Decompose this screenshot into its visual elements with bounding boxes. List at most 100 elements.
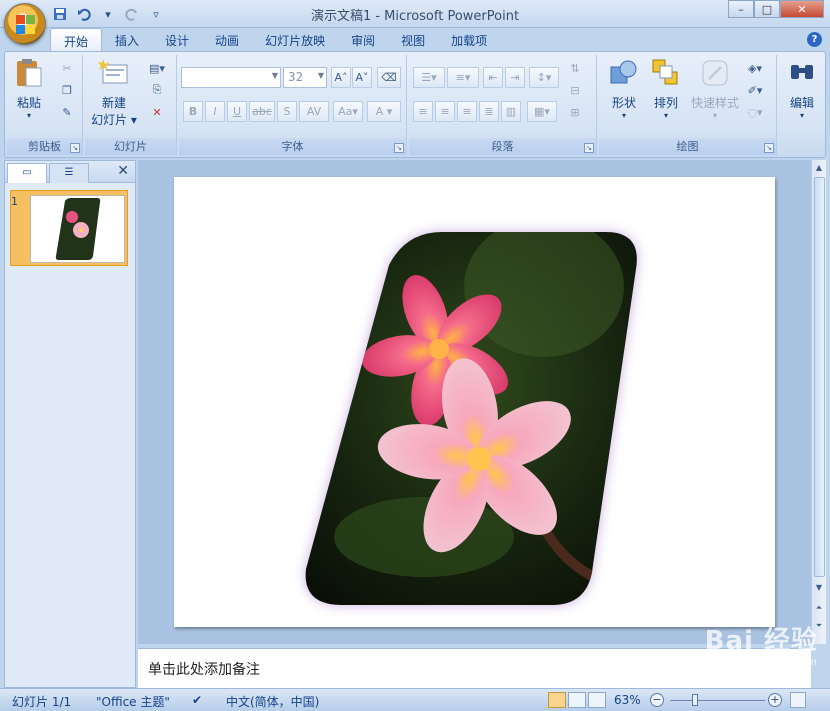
font-size-combo[interactable]: 32 ▼ — [283, 67, 327, 88]
font-group-label: 字体 — [179, 138, 406, 155]
drawing-group-label: 绘图 — [599, 138, 776, 155]
shadow-button[interactable]: S — [277, 101, 297, 122]
close-button[interactable]: ✕ — [780, 0, 824, 18]
shrink-font-button[interactable]: A˅ — [352, 67, 372, 88]
line-spacing-icon[interactable]: ↕▾ — [529, 67, 559, 88]
smartart-icon[interactable]: ⊞ — [565, 103, 585, 121]
delete-slide-icon[interactable]: ✕ — [147, 103, 167, 121]
layout-icon[interactable]: ▤▾ — [147, 59, 167, 77]
baidu-watermark-logo: Bai 经验 jingyan.baidu.com — [705, 620, 818, 668]
fit-to-window-icon[interactable] — [790, 692, 806, 708]
align-right-icon[interactable]: ≡ — [457, 101, 477, 122]
chevron-down-icon: ▾ — [712, 111, 717, 120]
paste-button[interactable]: 粘贴 ▾ — [11, 57, 47, 120]
strikethrough-button[interactable]: abc — [249, 101, 275, 122]
scroll-thumb[interactable] — [814, 177, 825, 577]
change-case-button[interactable]: Aa▾ — [333, 101, 363, 122]
clear-format-icon[interactable]: ⌫ — [377, 67, 401, 88]
arrange-button[interactable]: 排列 ▾ — [647, 57, 685, 120]
language-indicator[interactable]: 中文(简体，中国) — [226, 693, 319, 710]
zoom-in-icon[interactable]: + — [768, 693, 782, 707]
font-name-combo[interactable]: ▼ — [181, 67, 281, 88]
format-painter-icon[interactable]: ✎ — [57, 103, 77, 121]
outline-icon[interactable]: ✐▾ — [745, 81, 765, 99]
quick-styles-label: 快速样式 — [690, 96, 739, 110]
zoom-slider-track[interactable] — [670, 700, 765, 701]
align-left-icon[interactable]: ≡ — [413, 101, 433, 122]
char-spacing-button[interactable]: AV — [299, 101, 329, 122]
previous-slide-icon[interactable]: ⏶ — [812, 600, 826, 615]
slide-editing-area — [138, 160, 811, 644]
slide-thumbnail[interactable] — [10, 190, 128, 266]
drawing-launcher-icon[interactable]: ↘ — [764, 143, 774, 153]
spellcheck-icon[interactable]: ✔ — [192, 693, 202, 707]
zoom-slider-knob[interactable] — [692, 694, 698, 706]
increase-indent-icon[interactable]: ⇥ — [505, 67, 525, 88]
office-button[interactable] — [4, 3, 46, 45]
tab-animations[interactable]: 动画 — [202, 28, 252, 51]
slide-canvas[interactable] — [174, 177, 775, 627]
tab-addins[interactable]: 加载项 — [438, 28, 500, 51]
new-slide-button[interactable]: 新建 幻灯片 ▾ — [89, 57, 139, 128]
font-color-button[interactable]: A ▾ — [367, 101, 401, 122]
tab-outline[interactable]: ☰ — [49, 163, 89, 183]
new-slide-label-2-text: 幻灯片 — [91, 113, 128, 127]
zoom-level[interactable]: 63% — [614, 693, 641, 707]
distribute-icon[interactable]: ▥ — [501, 101, 521, 122]
scroll-up-icon[interactable]: ▲ — [812, 160, 826, 175]
scroll-down-icon[interactable]: ▼ — [812, 580, 826, 595]
justify-icon[interactable]: ≣ — [479, 101, 499, 122]
paragraph-launcher-icon[interactable]: ↘ — [584, 143, 594, 153]
effects-icon[interactable]: ◌▾ — [745, 103, 765, 121]
underline-button[interactable]: U — [227, 101, 247, 122]
align-text-icon[interactable]: ⊟ — [565, 81, 585, 99]
reset-icon[interactable]: ⎘ — [147, 81, 167, 99]
vertical-scrollbar[interactable]: ▲ ▼ ⏶ ⏷ — [811, 160, 826, 644]
tab-slides[interactable]: ▭ — [7, 163, 47, 183]
shapes-label: 形状 — [611, 96, 636, 110]
new-slide-icon — [98, 59, 128, 84]
numbering-button[interactable]: ≡▾ — [447, 67, 479, 88]
editing-group: 编辑 ▾ — [781, 55, 823, 155]
minimize-button[interactable]: – — [728, 0, 754, 18]
font-launcher-icon[interactable]: ↘ — [394, 143, 404, 153]
cut-icon[interactable]: ✂ — [57, 59, 77, 77]
editing-label: 编辑 — [789, 96, 814, 110]
editing-button[interactable]: 编辑 ▾ — [785, 57, 819, 120]
fill-icon[interactable]: ◈▾ — [745, 59, 765, 77]
chevron-down-icon: ▾ — [663, 111, 668, 120]
window-controls: – □ ✕ — [728, 0, 824, 18]
font-group: ▼ 32 ▼ A˄ A˅ ⌫ B I U abc S AV Aa▾ A ▾ 字体 … — [179, 55, 407, 155]
columns-icon[interactable]: ▦▾ — [527, 101, 557, 122]
flower-picture[interactable] — [174, 177, 775, 627]
zoom-out-icon[interactable]: − — [650, 693, 664, 707]
slideshow-button[interactable] — [588, 692, 606, 708]
paste-icon — [17, 59, 42, 87]
close-icon[interactable]: ✕ — [117, 163, 129, 179]
shapes-button[interactable]: 形状 ▾ — [605, 57, 643, 120]
italic-button[interactable]: I — [205, 101, 225, 122]
align-center-icon[interactable]: ≡ — [435, 101, 455, 122]
grow-font-button[interactable]: A˄ — [331, 67, 351, 88]
slides-group: 新建 幻灯片 ▾ ▤▾ ⎘ ✕ 幻灯片 — [85, 55, 177, 155]
bold-button[interactable]: B — [183, 101, 203, 122]
tab-review[interactable]: 审阅 — [338, 28, 388, 51]
decrease-indent-icon[interactable]: ⇤ — [483, 67, 503, 88]
drawing-group: 形状 ▾ 排列 ▾ 快速样式 ▾ ◈▾ ✐▾ ◌▾ 绘图 ↘ — [599, 55, 777, 155]
new-slide-label-1: 新建 — [101, 96, 126, 110]
paragraph-group-label: 段落 — [409, 138, 596, 155]
maximize-button[interactable]: □ — [754, 0, 780, 18]
tab-design[interactable]: 设计 — [152, 28, 202, 51]
slide-sorter-button[interactable] — [568, 692, 586, 708]
help-icon[interactable]: ? — [807, 32, 822, 47]
copy-icon[interactable]: ❐ — [57, 81, 77, 99]
tab-view[interactable]: 视图 — [388, 28, 438, 51]
tab-home[interactable]: 开始 — [50, 28, 103, 51]
normal-view-button[interactable] — [548, 692, 566, 708]
tab-slideshow[interactable]: 幻灯片放映 — [252, 28, 338, 51]
text-direction-icon[interactable]: ⇅ — [565, 59, 585, 77]
clipboard-launcher-icon[interactable]: ↘ — [70, 143, 80, 153]
bullets-button[interactable]: ☰▾ — [413, 67, 445, 88]
quick-styles-button[interactable]: 快速样式 ▾ — [689, 57, 741, 120]
tab-insert[interactable]: 插入 — [102, 28, 152, 51]
